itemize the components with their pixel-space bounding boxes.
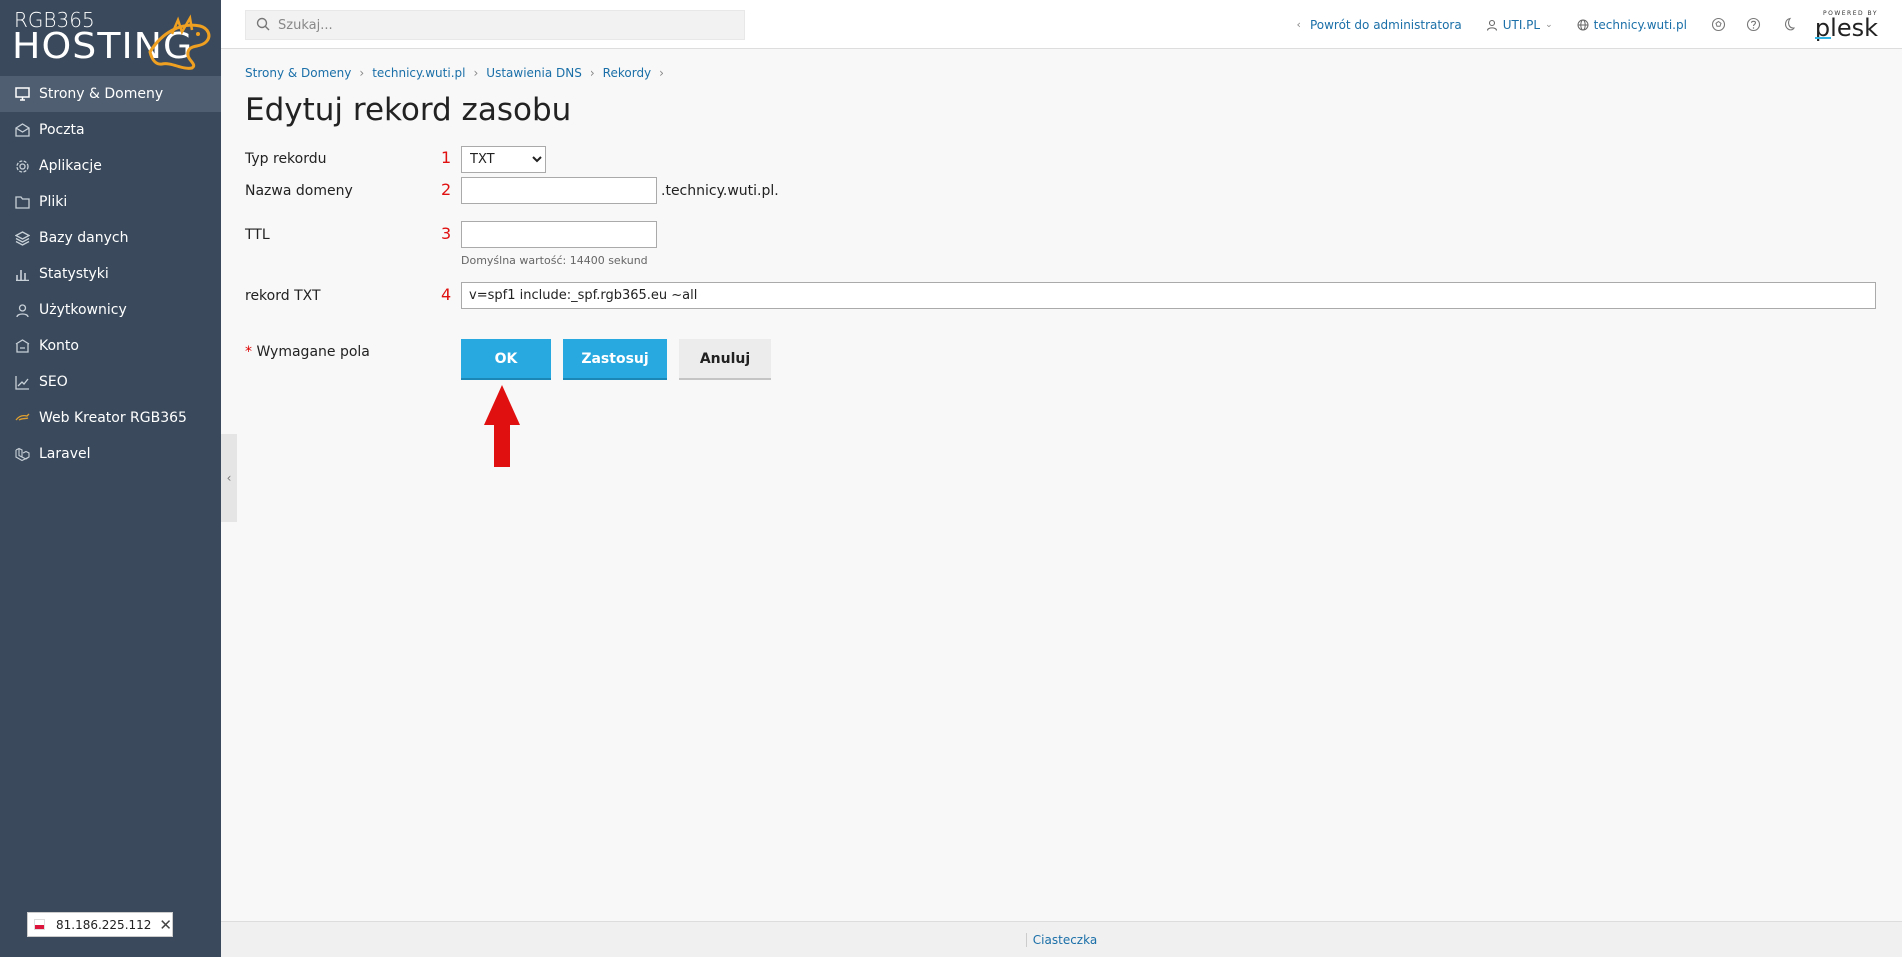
- footer: Ciasteczka: [221, 921, 1902, 957]
- mail-icon: [14, 122, 30, 138]
- sidebar: RGB365 HOSTING Strony & Domeny Poczta Ap…: [0, 0, 221, 957]
- sidebar-item-websites-domains[interactable]: Strony & Domeny: [0, 76, 221, 112]
- sidebar-item-mail[interactable]: Poczta: [0, 112, 221, 148]
- dragon-icon: [14, 410, 30, 426]
- breadcrumb-separator-icon: ›: [473, 66, 479, 80]
- search-box: [245, 10, 745, 40]
- sidebar-item-users[interactable]: Użytkownicy: [0, 292, 221, 328]
- sidebar-item-files[interactable]: Pliki: [0, 184, 221, 220]
- trend-icon: [14, 374, 30, 390]
- required-star: *: [245, 344, 252, 360]
- user-icon: [1486, 19, 1498, 31]
- plesk-wordmark: plesk: [1814, 14, 1878, 42]
- dark-mode-moon-icon[interactable]: [1781, 17, 1795, 32]
- search-input[interactable]: [278, 17, 718, 33]
- sidebar-item-label: SEO: [39, 374, 68, 390]
- breadcrumb-domain[interactable]: technicy.wuti.pl: [372, 66, 465, 80]
- ttl-hint: Domyślna wartość: 14400 sekund: [461, 254, 648, 267]
- sidebar-item-label: Statystyki: [39, 266, 109, 282]
- breadcrumb-separator-icon: ›: [359, 66, 365, 80]
- top-bar: ‹ Powrót do administratora UTI.PL ⌄ tech…: [221, 0, 1902, 49]
- annotation-number-2: 2: [441, 180, 452, 199]
- sidebar-item-statistics[interactable]: Statystyki: [0, 256, 221, 292]
- soccer-ball-icon[interactable]: [1711, 17, 1726, 32]
- breadcrumb-records[interactable]: Rekordy: [603, 66, 652, 80]
- user-menu[interactable]: UTI.PL ⌄: [1486, 18, 1553, 32]
- sidebar-item-label: Konto: [39, 338, 79, 354]
- sidebar-item-label: Aplikacje: [39, 158, 102, 174]
- sidebar-item-label: Użytkownicy: [39, 302, 127, 318]
- ip-address-text: 81.186.225.112: [55, 917, 152, 932]
- breadcrumb-websites-domains[interactable]: Strony & Domeny: [245, 66, 351, 80]
- chevron-down-icon: ⌄: [1545, 19, 1553, 30]
- rgb365-hosting-logo[interactable]: RGB365 HOSTING: [12, 6, 212, 70]
- annotation-number-3: 3: [441, 224, 452, 243]
- laravel-icon: [14, 446, 30, 462]
- apply-button[interactable]: Zastosuj: [563, 339, 667, 378]
- breadcrumb: Strony & Domeny › technicy.wuti.pl › Ust…: [245, 66, 672, 80]
- annotation-number-1: 1: [441, 148, 452, 167]
- search-icon: [256, 16, 270, 35]
- breadcrumb-dns-settings[interactable]: Ustawienia DNS: [486, 66, 582, 80]
- sidebar-item-label: Laravel: [39, 446, 91, 462]
- ip-address-badge: 81.186.225.112 ✕: [27, 912, 173, 937]
- dragon-logo-icon: [148, 14, 211, 70]
- top-right-controls: ‹ Powrót do administratora UTI.PL ⌄ tech…: [1297, 0, 1902, 49]
- help-icon[interactable]: [1746, 17, 1761, 32]
- ttl-input[interactable]: [461, 221, 657, 248]
- close-icon[interactable]: ✕: [159, 916, 172, 934]
- page-title: Edytuj rekord zasobu: [245, 92, 572, 128]
- account-icon: [14, 338, 30, 354]
- chevron-left-icon: ‹: [1296, 18, 1301, 31]
- annotation-number-4: 4: [441, 285, 452, 304]
- sidebar-item-label: Bazy danych: [39, 230, 129, 246]
- sidebar-item-label: Pliki: [39, 194, 68, 210]
- gear-icon: [14, 158, 30, 174]
- poland-flag-icon: [34, 919, 45, 930]
- user-menu-label: UTI.PL: [1502, 17, 1541, 32]
- sidebar-item-label: Web Kreator RGB365: [39, 410, 187, 426]
- sidebar-item-databases[interactable]: Bazy danych: [0, 220, 221, 256]
- domain-label: technicy.wuti.pl: [1593, 17, 1687, 32]
- record-type-label: Typ rekordu: [245, 151, 327, 167]
- sidebar-nav: Strony & Domeny Poczta Aplikacje Pliki B…: [0, 76, 221, 472]
- domain-name-suffix: .technicy.wuti.pl.: [661, 183, 779, 199]
- user-icon: [14, 302, 30, 318]
- sidebar-item-label: Strony & Domeny: [39, 86, 164, 102]
- record-type-select[interactable]: TXT: [461, 146, 546, 173]
- domain-name-input[interactable]: [461, 177, 657, 204]
- plesk-logo: POWERED BY plesk: [1814, 10, 1878, 42]
- required-fields-note: * Wymagane pola: [245, 344, 370, 360]
- layers-icon: [14, 230, 30, 246]
- domain-name-label: Nazwa domeny: [245, 183, 353, 199]
- breadcrumb-separator-icon: ›: [659, 66, 664, 80]
- breadcrumb-separator-icon: ›: [589, 66, 595, 80]
- chevron-left-icon: ‹: [226, 471, 232, 485]
- ok-button[interactable]: OK: [461, 339, 551, 378]
- sidebar-item-seo[interactable]: SEO: [0, 364, 221, 400]
- sidebar-item-applications[interactable]: Aplikacje: [0, 148, 221, 184]
- txt-record-label: rekord TXT: [245, 288, 321, 304]
- bar-chart-icon: [14, 266, 30, 282]
- red-arrow-annotation-icon: [484, 385, 520, 467]
- ttl-label: TTL: [245, 227, 270, 243]
- back-to-admin-link[interactable]: ‹ Powrót do administratora: [1297, 18, 1462, 32]
- globe-icon: [1577, 19, 1589, 31]
- monitor-icon: [14, 86, 30, 102]
- cookies-link[interactable]: Ciasteczka: [1025, 932, 1097, 947]
- required-fields-label: Wymagane pola: [256, 344, 370, 360]
- back-to-admin-label: Powrót do administratora: [1309, 17, 1462, 32]
- sidebar-item-account[interactable]: Konto: [0, 328, 221, 364]
- txt-record-input[interactable]: [461, 282, 1876, 309]
- cancel-button[interactable]: Anuluj: [679, 339, 771, 378]
- sidebar-item-laravel[interactable]: Laravel: [0, 436, 221, 472]
- folder-icon: [14, 194, 30, 210]
- sidebar-item-label: Poczta: [39, 122, 85, 138]
- domain-link[interactable]: technicy.wuti.pl: [1577, 18, 1687, 32]
- sidebar-item-web-kreator[interactable]: Web Kreator RGB365: [0, 400, 221, 436]
- sidebar-collapse-toggle[interactable]: ‹: [221, 434, 237, 522]
